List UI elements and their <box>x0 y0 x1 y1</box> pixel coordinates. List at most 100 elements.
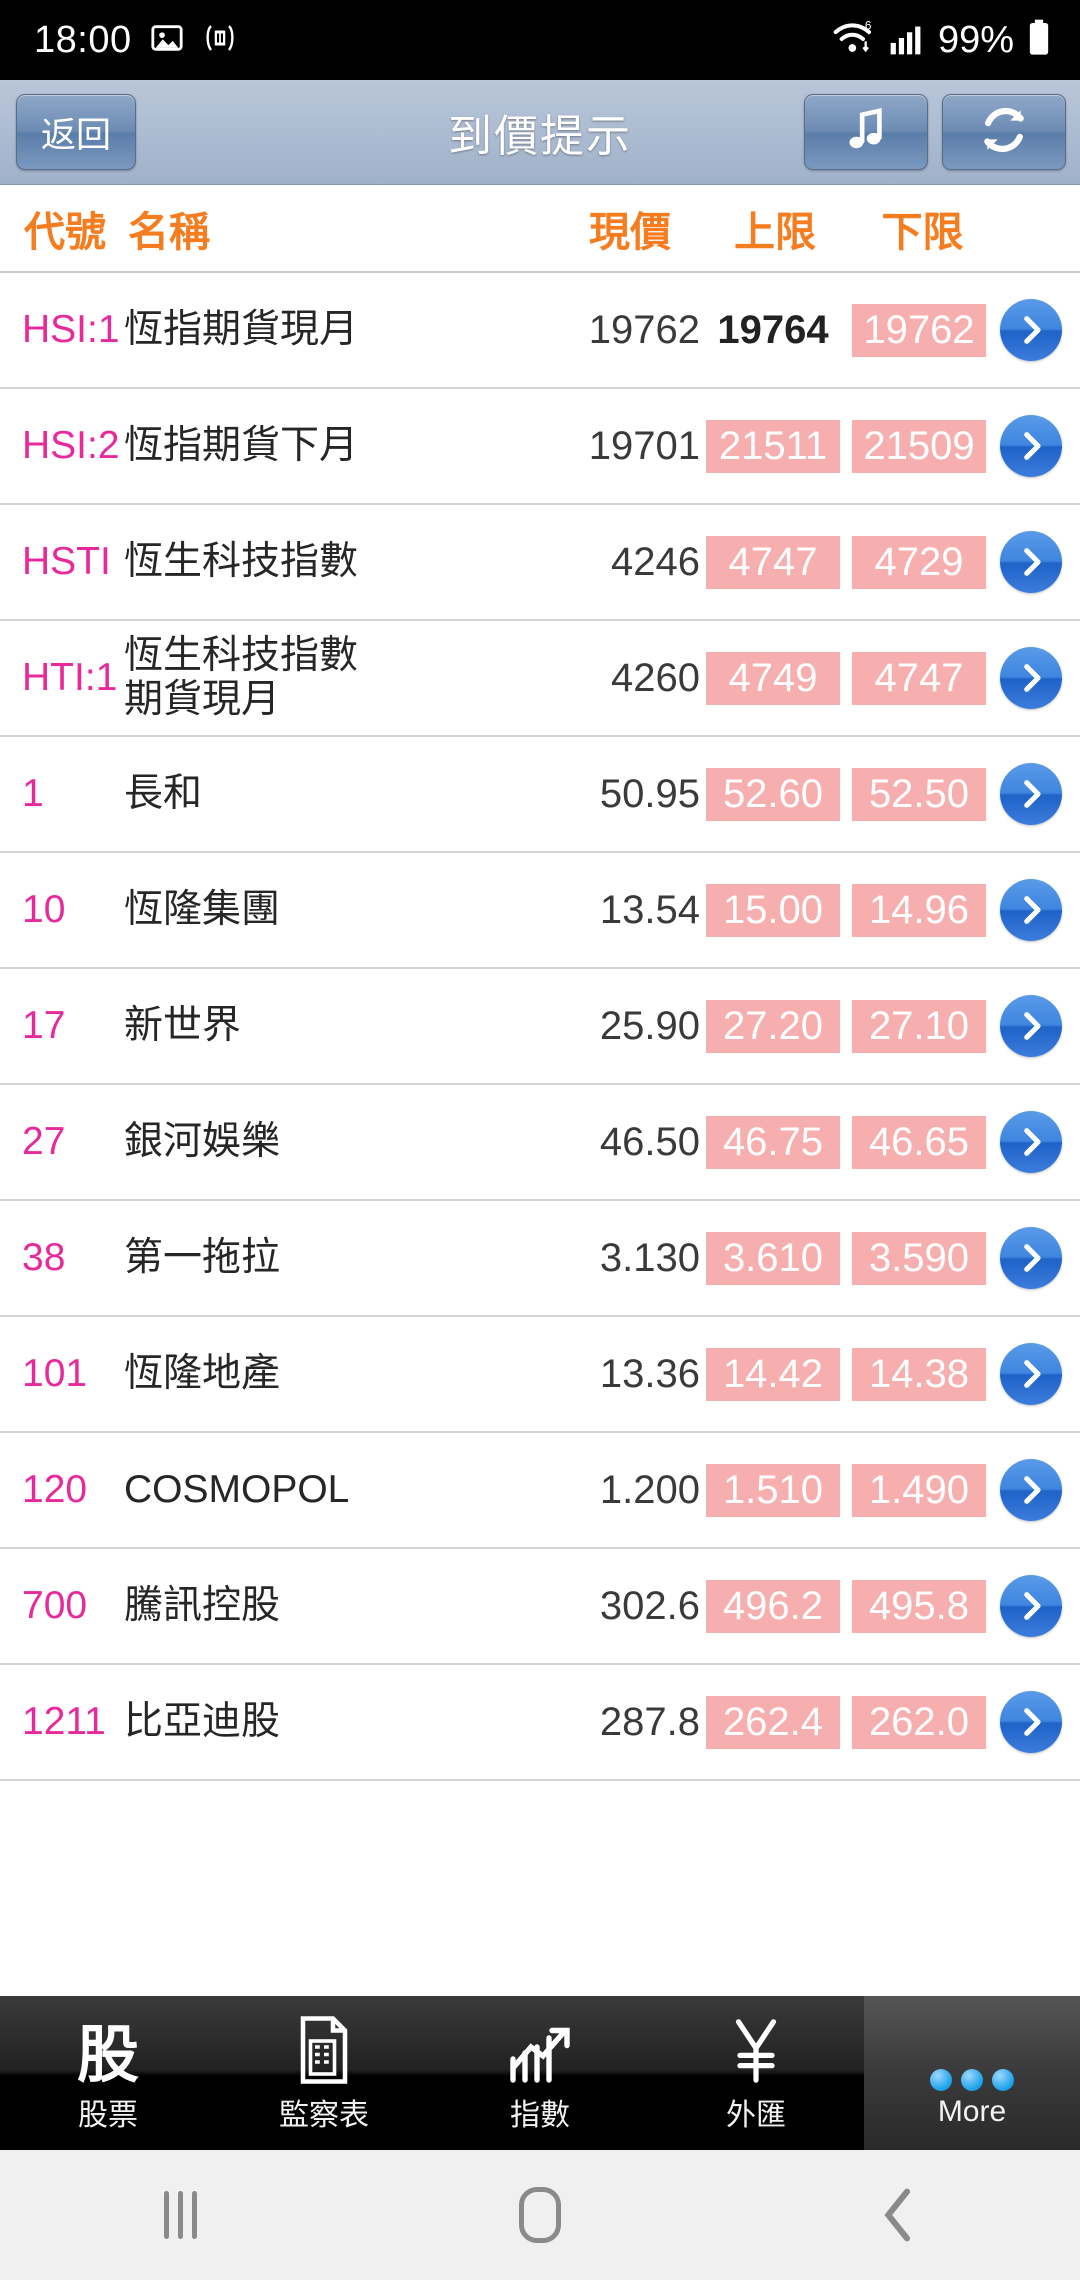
more-dots-icon <box>930 2013 1014 2091</box>
chevron-right-icon <box>1000 531 1062 593</box>
table-row[interactable]: 101 恆隆地產 13.36 14.42 14.38 <box>0 1317 1080 1433</box>
table-row[interactable]: 10 恆隆集團 13.54 15.00 14.96 <box>0 853 1080 969</box>
row-price: 19762 <box>588 307 700 352</box>
row-code: 120 <box>22 1467 88 1511</box>
chevron-right-icon <box>1000 1111 1062 1173</box>
tab-forex[interactable]: 外匯 <box>648 1996 864 2150</box>
row-lower-cell: 27.10 <box>846 999 992 1053</box>
chevron-right-icon <box>1000 1691 1062 1753</box>
row-detail-arrow[interactable] <box>992 1343 1070 1405</box>
upper-limit-value: 496.2 <box>706 1579 840 1633</box>
tab-index[interactable]: 指數 <box>432 1996 648 2150</box>
index-chart-icon <box>507 2008 573 2086</box>
row-name: 銀河娛樂 <box>124 1120 281 1164</box>
row-price: 13.54 <box>599 887 700 932</box>
row-upper-cell: 4747 <box>700 535 846 589</box>
lower-limit-value: 3.590 <box>852 1231 986 1285</box>
row-upper-cell: 27.20 <box>700 999 846 1053</box>
row-detail-arrow[interactable] <box>992 1691 1070 1753</box>
upper-limit-value: 262.4 <box>706 1695 840 1749</box>
lower-limit-value: 4729 <box>852 535 986 589</box>
row-code: 700 <box>22 1583 88 1627</box>
tab-more[interactable]: More <box>864 1996 1080 2150</box>
row-name: COSMOPOL <box>124 1468 350 1512</box>
table-row[interactable]: HTI:1 恆生科技指數 期貨現月 4260 4749 4747 <box>0 621 1080 737</box>
refresh-button[interactable] <box>942 94 1066 170</box>
table-row[interactable]: 1211 比亞迪股 287.8 262.4 262.0 <box>0 1665 1080 1781</box>
back-icon[interactable] <box>840 2170 960 2260</box>
upper-limit-value: 4747 <box>706 535 840 589</box>
column-header-code: 代號 <box>24 209 106 255</box>
row-name: 恆隆集團 <box>124 888 281 932</box>
stock-glyph-icon: 股 <box>76 2021 139 2091</box>
status-bar: 18:00 6 99% <box>0 0 1080 80</box>
table-body: HSI:1 恆指期貨現月 19762 19764 19762 HSI:2 恆指期貨下月 197… <box>0 273 1080 1781</box>
row-detail-arrow[interactable] <box>992 647 1070 709</box>
row-price: 3.130 <box>599 1235 700 1280</box>
lower-limit-value: 495.8 <box>852 1579 986 1633</box>
recents-icon[interactable] <box>120 2170 240 2260</box>
row-lower-cell: 14.38 <box>846 1347 992 1401</box>
table-row[interactable]: 27 銀河娛樂 46.50 46.75 46.65 <box>0 1085 1080 1201</box>
yen-currency-icon <box>728 2008 784 2086</box>
wifi-icon: 6 <box>832 18 876 63</box>
row-lower-cell: 4729 <box>846 535 992 589</box>
row-price: 13.36 <box>599 1351 700 1396</box>
tab-stocks-label: 股票 <box>78 2099 138 2132</box>
row-price: 287.8 <box>599 1699 700 1744</box>
chevron-right-icon <box>1000 647 1062 709</box>
row-lower-cell: 495.8 <box>846 1579 992 1633</box>
row-detail-arrow[interactable] <box>992 879 1070 941</box>
upper-limit-value: 14.42 <box>706 1347 840 1401</box>
tab-stocks[interactable]: 股 股票 <box>0 1996 216 2150</box>
row-detail-arrow[interactable] <box>992 531 1070 593</box>
row-code: 10 <box>22 887 66 931</box>
tab-index-label: 指數 <box>510 2099 570 2132</box>
table-row[interactable]: 120 COSMOPOL 1.200 1.510 1.490 <box>0 1433 1080 1549</box>
row-detail-arrow[interactable] <box>992 1227 1070 1289</box>
back-button[interactable]: 返回 <box>16 94 136 170</box>
lower-limit-value: 52.50 <box>852 767 986 821</box>
row-detail-arrow[interactable] <box>992 1575 1070 1637</box>
upper-limit-value: 19764 <box>717 307 829 352</box>
row-detail-arrow[interactable] <box>992 1111 1070 1173</box>
row-lower-cell: 3.590 <box>846 1231 992 1285</box>
row-upper-cell: 14.42 <box>700 1347 846 1401</box>
row-name: 恆生科技指數 期貨現月 <box>124 634 359 721</box>
row-detail-arrow[interactable] <box>992 763 1070 825</box>
chevron-right-icon <box>1000 763 1062 825</box>
status-bar-left: 18:00 <box>34 19 238 62</box>
table-row[interactable]: 700 騰訊控股 302.6 496.2 495.8 <box>0 1549 1080 1665</box>
row-name: 長和 <box>124 772 203 816</box>
tab-watchlist-label: 監察表 <box>279 2099 369 2132</box>
row-detail-arrow[interactable] <box>992 1459 1070 1521</box>
android-nav-bar <box>0 2150 1080 2280</box>
row-detail-arrow[interactable] <box>992 415 1070 477</box>
table-header-row: 代號 名稱 現價 上限 下限 <box>0 185 1080 273</box>
tab-watchlist[interactable]: 監察表 <box>216 1996 432 2150</box>
music-alert-button[interactable] <box>804 94 928 170</box>
upper-limit-value: 15.00 <box>706 883 840 937</box>
row-price: 50.95 <box>599 771 700 816</box>
row-price: 4246 <box>611 539 700 584</box>
row-lower-cell: 4747 <box>846 651 992 705</box>
row-detail-arrow[interactable] <box>992 995 1070 1057</box>
table-row[interactable]: HSTI 恆生科技指數 4246 4747 4729 <box>0 505 1080 621</box>
upper-limit-value: 52.60 <box>706 767 840 821</box>
row-detail-arrow[interactable] <box>992 299 1070 361</box>
table-row[interactable]: HSI:1 恆指期貨現月 19762 19764 19762 <box>0 273 1080 389</box>
svg-text:6: 6 <box>865 19 871 32</box>
table-row[interactable]: HSI:2 恆指期貨下月 19701 21511 21509 <box>0 389 1080 505</box>
dot-3 <box>992 2069 1014 2091</box>
table-row[interactable]: 38 第一拖拉 3.130 3.610 3.590 <box>0 1201 1080 1317</box>
row-code: 1 <box>22 771 44 815</box>
row-code: 38 <box>22 1235 66 1279</box>
table-row[interactable]: 1 長和 50.95 52.60 52.50 <box>0 737 1080 853</box>
row-name: 恆指期貨現月 <box>124 308 359 352</box>
back-button-label: 返回 <box>40 115 111 155</box>
table-row[interactable]: 17 新世界 25.90 27.20 27.10 <box>0 969 1080 1085</box>
chevron-right-icon <box>1000 1227 1062 1289</box>
home-icon[interactable] <box>480 2170 600 2260</box>
row-name: 新世界 <box>124 1004 242 1048</box>
row-price: 1.200 <box>599 1467 700 1512</box>
